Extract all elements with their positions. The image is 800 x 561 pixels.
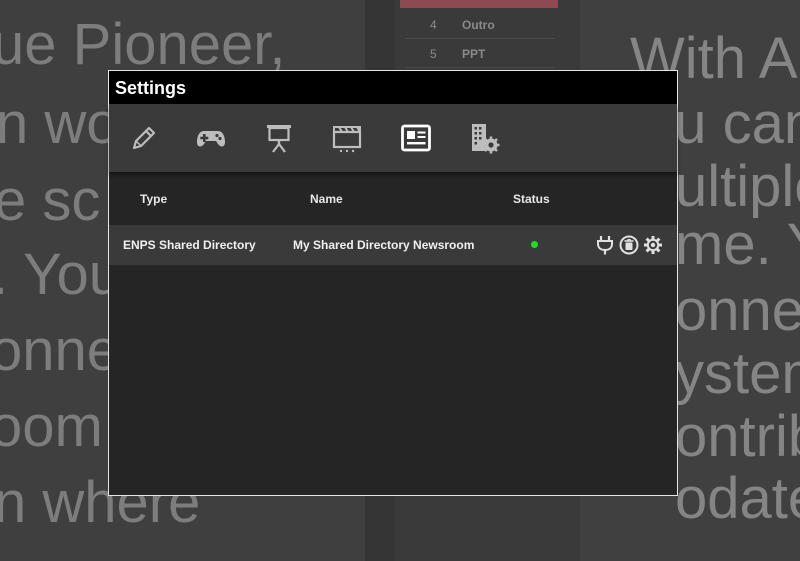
delete-button[interactable] [618,234,640,256]
status-indicator [531,241,538,248]
column-header-status[interactable]: Status [513,192,550,206]
bg-text-line: ue Pioneer, [0,12,286,77]
settings-button[interactable] [642,234,664,256]
gear-icon [644,236,662,254]
table-row[interactable]: ENPS Shared Directory My Shared Director… [109,225,677,265]
dialog-title: Settings [115,78,187,98]
bg-text-line: . You [0,242,122,307]
presentation-icon [267,125,291,153]
gamepad-icon [197,131,225,147]
bg-text-line: onnec [675,278,800,343]
tab-newsroom[interactable] [396,119,436,157]
settings-dialog: Settings Type Name Status ENPS Shared Di… [108,70,678,496]
bg-text-line: onne [0,318,120,383]
building-settings-icon [472,124,500,154]
pencil-icon [132,126,156,150]
dialog-titlebar[interactable]: Settings [109,71,677,104]
newspaper-icon [401,124,431,152]
table-header: Type Name Status [109,179,677,225]
connect-button[interactable] [594,234,616,256]
list-item-label: PPT [462,47,486,61]
tab-controllers[interactable] [191,119,231,157]
plug-icon [597,236,613,255]
cell-type: ENPS Shared Directory [123,238,256,252]
bg-text-line: n wo [0,91,119,156]
tab-edit[interactable] [124,119,164,157]
clapperboard-icon [332,126,362,153]
list-item-label: Outro [462,18,495,32]
background-list-selected-row [400,0,558,8]
list-item[interactable]: 4 Outro [405,10,555,39]
cell-name: My Shared Directory Newsroom [293,238,475,252]
column-header-type[interactable]: Type [140,192,167,206]
bg-text-line: odate [675,466,800,531]
tab-presentation[interactable] [259,119,299,157]
bg-text-line: oom [0,394,103,459]
list-item[interactable]: 5 PPT [405,39,555,68]
column-header-name[interactable]: Name [310,192,343,206]
tab-organization[interactable] [464,119,504,157]
list-item-number: 5 [430,47,437,61]
bg-text-line: ontribu [675,404,800,469]
bg-text-line: me. Yo [675,212,800,277]
list-item-number: 4 [430,18,437,32]
bg-text-line: ultiple [675,154,800,219]
bg-text-line: e sc [0,168,101,233]
tab-media[interactable] [327,119,367,157]
settings-toolbar [109,104,677,172]
trash-circle-icon [619,235,639,255]
bg-text-line: ystem [675,341,800,406]
